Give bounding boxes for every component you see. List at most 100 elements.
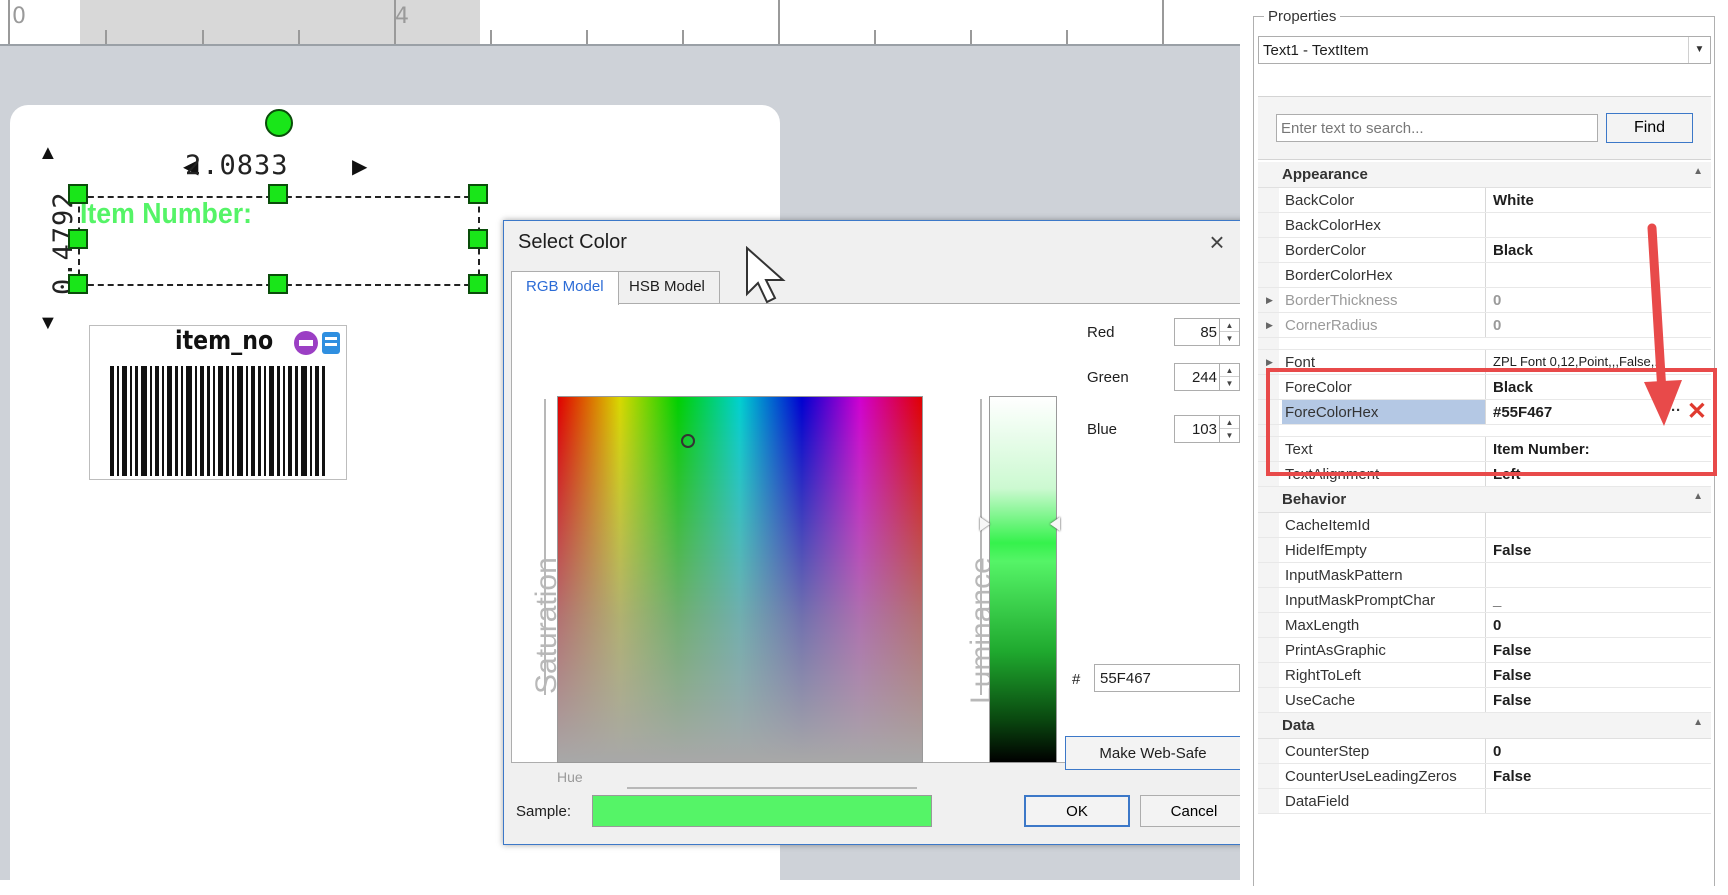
barcode-item[interactable]: item_no <box>89 325 347 480</box>
ruler-label-2: 4 <box>395 4 409 29</box>
ruler-tick <box>8 0 10 44</box>
tab-rgb-model[interactable]: RGB Model <box>511 271 619 305</box>
resize-handle-bottom-right[interactable] <box>468 274 488 294</box>
height-up-arrow-icon[interactable]: ▲ <box>38 142 58 165</box>
database-field-icon <box>294 331 340 355</box>
chevron-down-icon[interactable]: ▼ <box>1688 37 1710 63</box>
resize-handle-top[interactable] <box>268 184 288 204</box>
resize-handle-left[interactable] <box>68 229 88 249</box>
property-row-backcolor[interactable]: BackColor White <box>1258 188 1711 213</box>
green-down-arrow-icon[interactable]: ▼ <box>1220 377 1239 390</box>
red-stepper[interactable]: ▲▼ <box>1174 318 1240 346</box>
collapse-icon[interactable]: ▲ <box>1693 717 1703 728</box>
red-label: Red <box>1087 324 1115 341</box>
blue-input[interactable] <box>1177 419 1217 439</box>
select-color-dialog[interactable]: Select Color × RGB Model HSB Model Satur… <box>503 220 1258 845</box>
red-down-arrow-icon[interactable]: ▼ <box>1220 332 1239 345</box>
property-search-input[interactable] <box>1276 114 1598 142</box>
green-input[interactable] <box>1177 367 1217 387</box>
resize-handle-top-right[interactable] <box>468 184 488 204</box>
ruler-tick <box>394 0 396 44</box>
property-row-inputmaskpromptchar[interactable]: InputMaskPromptChar _ <box>1258 588 1711 613</box>
property-row-righttoleft[interactable]: RightToLeft False <box>1258 663 1711 688</box>
property-row-inputmaskpattern[interactable]: InputMaskPattern <box>1258 563 1711 588</box>
mouse-cursor-icon <box>746 246 786 304</box>
resize-handle-right[interactable] <box>468 229 488 249</box>
width-readout: 2.0833 <box>185 150 289 181</box>
ruler-tick <box>874 30 876 44</box>
ruler-label-0: 0 <box>12 4 26 29</box>
ruler-tick <box>298 30 300 44</box>
blue-stepper[interactable]: ▲▼ <box>1174 415 1240 443</box>
annotation-arrow-icon <box>1644 223 1682 426</box>
hue-saturation-field[interactable] <box>557 396 923 763</box>
hex-hash-label: # <box>1072 671 1081 688</box>
blue-up-arrow-icon[interactable]: ▲ <box>1220 416 1239 429</box>
ruler-tick <box>778 0 780 44</box>
object-selector-value: Text1 - TextItem <box>1263 42 1369 59</box>
find-button[interactable]: Find <box>1606 113 1693 143</box>
width-right-arrow-icon[interactable]: ▶ <box>352 154 367 179</box>
green-label: Green <box>1087 369 1129 386</box>
property-row-counterstep[interactable]: CounterStep 0 <box>1258 739 1711 764</box>
rotation-handle[interactable] <box>265 109 293 137</box>
ok-button[interactable]: OK <box>1024 795 1130 827</box>
property-row-datafield[interactable]: DataField <box>1258 789 1711 814</box>
property-row-cacheitemid[interactable]: CacheItemId <box>1258 513 1711 538</box>
cancel-button[interactable]: Cancel <box>1140 795 1248 827</box>
ruler-tick <box>970 30 972 44</box>
expand-icon[interactable]: ▶ <box>1266 295 1273 306</box>
ruler-tick <box>202 30 204 44</box>
property-row-usecache[interactable]: UseCache False <box>1258 688 1711 713</box>
selection-box[interactable] <box>78 196 480 286</box>
property-row-printasgraphic[interactable]: PrintAsGraphic False <box>1258 638 1711 663</box>
ruler-tick <box>586 30 588 44</box>
ruler-tick <box>490 30 492 44</box>
luminance-pointer-left-icon[interactable] <box>980 517 990 531</box>
hue-axis-arrow <box>627 787 917 789</box>
property-row-maxlength[interactable]: MaxLength 0 <box>1258 613 1711 638</box>
ruler-tick <box>1162 0 1164 44</box>
hex-input[interactable] <box>1094 664 1240 692</box>
rgb-model-panel: Saturation Hue Luminance Red ▲▼ Green ▲▼… <box>511 303 1251 789</box>
green-stepper[interactable]: ▲▼ <box>1174 363 1240 391</box>
category-data[interactable]: Data ▲ <box>1258 713 1711 739</box>
ruler-tick <box>682 30 684 44</box>
property-row-counteruseleadingzeros[interactable]: CounterUseLeadingZeros False <box>1258 764 1711 789</box>
properties-title: Properties <box>1264 8 1341 25</box>
barcode-bars <box>110 366 325 476</box>
sample-label: Sample: <box>516 803 572 820</box>
make-web-safe-button[interactable]: Make Web-Safe <box>1065 736 1241 770</box>
color-picker-marker[interactable] <box>681 434 695 448</box>
resize-handle-bottom-left[interactable] <box>68 274 88 294</box>
category-name: Appearance <box>1282 166 1368 183</box>
luminance-slider[interactable] <box>989 396 1057 763</box>
resize-handle-bottom[interactable] <box>268 274 288 294</box>
category-behavior[interactable]: Behavior ▲ <box>1258 487 1711 513</box>
category-appearance[interactable]: Appearance ▲ <box>1258 162 1711 188</box>
sample-swatch <box>592 795 932 827</box>
resize-handle-top-left[interactable] <box>68 184 88 204</box>
height-down-arrow-icon[interactable]: ▼ <box>38 312 58 335</box>
red-up-arrow-icon[interactable]: ▲ <box>1220 319 1239 332</box>
tab-hsb-model[interactable]: HSB Model <box>614 271 720 303</box>
dialog-title: Select Color <box>518 231 627 253</box>
luminance-pointer-right-icon[interactable] <box>1050 517 1060 531</box>
blue-down-arrow-icon[interactable]: ▼ <box>1220 429 1239 442</box>
collapse-icon[interactable]: ▲ <box>1693 166 1703 177</box>
property-row-hideifempty[interactable]: HideIfEmpty False <box>1258 538 1711 563</box>
green-up-arrow-icon[interactable]: ▲ <box>1220 364 1239 377</box>
category-name: Behavior <box>1282 491 1347 508</box>
horizontal-ruler: 0 4 <box>0 0 1240 46</box>
expand-icon[interactable]: ▶ <box>1266 357 1273 368</box>
close-icon[interactable]: × <box>1204 229 1230 255</box>
blue-label: Blue <box>1087 421 1118 438</box>
red-input[interactable] <box>1177 322 1217 342</box>
expand-icon[interactable]: ▶ <box>1266 320 1273 331</box>
category-name: Data <box>1282 717 1315 734</box>
object-selector[interactable]: Text1 - TextItem ▼ <box>1258 36 1711 64</box>
hue-axis-label: Hue <box>557 769 583 785</box>
ruler-selection-highlight <box>80 0 480 44</box>
collapse-icon[interactable]: ▲ <box>1693 491 1703 502</box>
barcode-label: item_no <box>175 326 274 356</box>
